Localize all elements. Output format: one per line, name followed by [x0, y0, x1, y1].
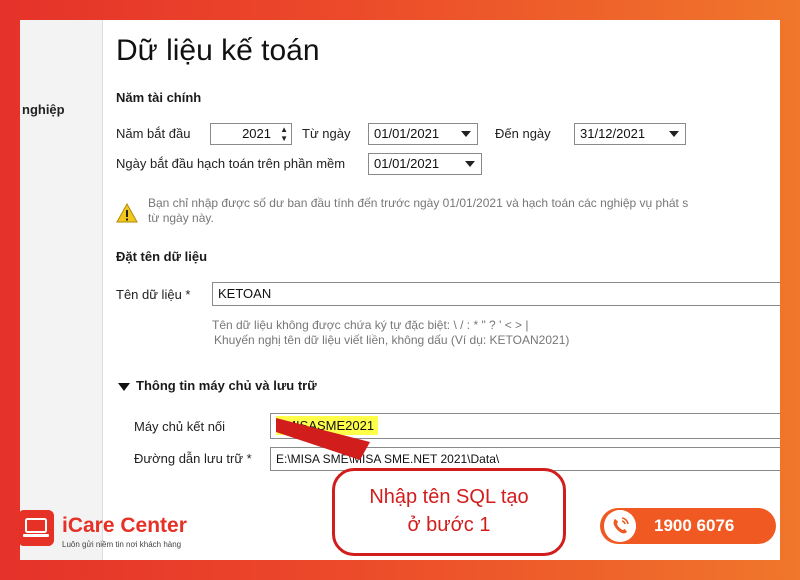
brand-tagline: Luôn gửi niềm tin nơi khách hàng [62, 540, 182, 549]
annotation-line1: Nhập tên SQL tạo [369, 486, 529, 508]
annotation-callout: Nhập tên SQL tạo ở bước 1 [332, 468, 566, 556]
laptop-icon [18, 510, 54, 546]
phone-icon [604, 510, 636, 542]
annotation-line2: ở bước 1 [407, 514, 491, 536]
brand-name: iCare Center [62, 514, 187, 537]
hotline-badge[interactable]: 1900 6076 [600, 508, 776, 544]
hotline-number: 1900 6076 [654, 516, 735, 535]
